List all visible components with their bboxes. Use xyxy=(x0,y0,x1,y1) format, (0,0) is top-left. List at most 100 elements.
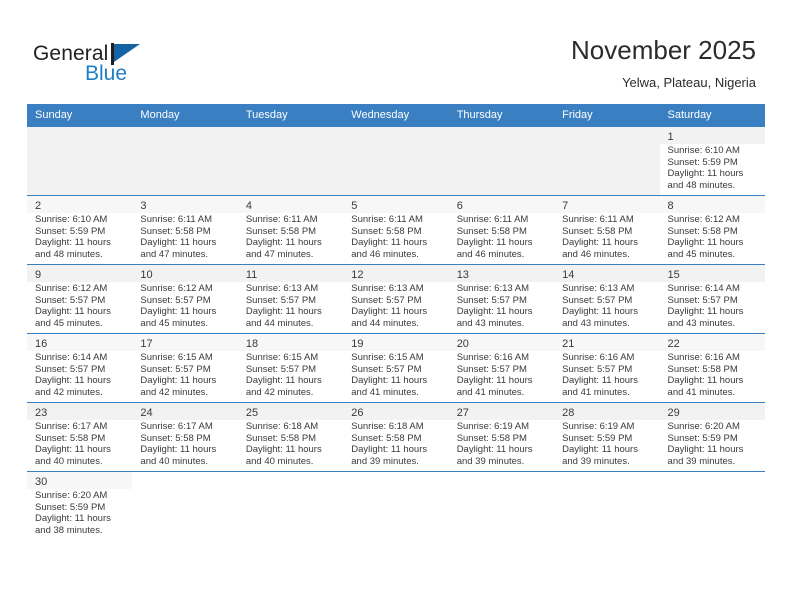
calendar-day-cell[interactable]: 4 Sunrise: 6:11 AM Sunset: 5:58 PM Daylight… xyxy=(237,195,344,265)
day-details: Sunrise: 6:19 AM Sunset: 5:58 PM Daylight:… xyxy=(457,421,550,467)
day-cell-content: 15 Sunrise: 6:14 AM Sunset: 5:57 PM Dayligh… xyxy=(659,265,765,333)
day-number: 26 xyxy=(351,407,364,419)
calendar-day-cell[interactable]: 19 Sunrise: 6:15 AM Sunset: 5:57 PM Dayligh… xyxy=(343,333,449,403)
calendar-day-cell[interactable]: 18 Sunrise: 6:15 AM Sunset: 5:57 PM Dayligh… xyxy=(237,333,344,403)
day-number: 10 xyxy=(140,269,153,281)
day-detail-sunrise: Sunrise: 6:12 AM xyxy=(667,214,740,225)
calendar-day-cell[interactable]: 10 Sunrise: 6:12 AM Sunset: 5:57 PM Dayligh… xyxy=(132,264,238,334)
day-detail-daylight1: Daylight: 11 hours xyxy=(456,444,533,456)
day-cell-content: 22 Sunrise: 6:16 AM Sunset: 5:58 PM Dayligh… xyxy=(659,334,765,402)
day-cell-content: 18 Sunrise: 6:15 AM Sunset: 5:57 PM Dayligh… xyxy=(237,334,344,402)
day-number: 12 xyxy=(351,269,364,281)
calendar-day-cell[interactable]: 30 Sunrise: 6:20 AM Sunset: 5:59 PM Dayligh… xyxy=(27,471,133,540)
calendar-day-cell[interactable]: 7 Sunrise: 6:11 AM Sunset: 5:58 PM Daylight… xyxy=(554,195,660,265)
day-detail-daylight2: and 43 minutes. xyxy=(667,317,736,329)
calendar-day-cell[interactable]: 13 Sunrise: 6:13 AM Sunset: 5:57 PM Dayligh… xyxy=(448,264,555,334)
day-detail-daylight2: and 42 minutes. xyxy=(35,386,103,398)
day-detail-daylight2: and 48 minutes. xyxy=(667,179,736,191)
day-detail-sunset: Sunset: 5:58 PM xyxy=(245,225,317,237)
day-detail-sunset: Sunset: 5:59 PM xyxy=(667,156,738,168)
calendar-day-cell[interactable]: 21 Sunrise: 6:16 AM Sunset: 5:57 PM Dayligh… xyxy=(554,333,660,403)
day-number: 9 xyxy=(35,269,42,281)
day-detail-sunset: Sunset: 5:57 PM xyxy=(245,294,317,306)
day-detail-daylight2: and 47 minutes. xyxy=(140,248,209,260)
calendar-day-cell[interactable]: 5 Sunrise: 6:11 AM Sunset: 5:58 PM Daylight… xyxy=(343,195,449,265)
calendar-week-row: 9 Sunrise: 6:12 AM Sunset: 5:57 PM Daylight… xyxy=(27,264,765,334)
day-detail-sunrise: Sunrise: 6:11 AM xyxy=(245,214,318,225)
day-cell-content: 19 Sunrise: 6:15 AM Sunset: 5:57 PM Dayligh… xyxy=(343,334,449,402)
day-number: 24 xyxy=(140,407,153,419)
day-detail-daylight1: Daylight: 11 hours xyxy=(456,306,533,318)
day-details: Sunrise: 6:10 AM Sunset: 5:59 PM Daylight:… xyxy=(35,214,128,260)
day-details: Sunrise: 6:17 AM Sunset: 5:58 PM Daylight:… xyxy=(140,421,233,467)
calendar-day-cell[interactable]: 14 Sunrise: 6:13 AM Sunset: 5:57 PM Dayligh… xyxy=(554,264,660,334)
day-detail-daylight1: Daylight: 11 hours xyxy=(245,237,322,249)
calendar-day-cell[interactable]: 24 Sunrise: 6:17 AM Sunset: 5:58 PM Dayligh… xyxy=(132,402,238,472)
day-cell-content xyxy=(343,127,449,195)
day-details: Sunrise: 6:17 AM Sunset: 5:58 PM Daylight:… xyxy=(35,421,128,467)
calendar-day-cell[interactable]: 26 Sunrise: 6:18 AM Sunset: 5:58 PM Dayligh… xyxy=(343,402,449,472)
day-detail-daylight1: Daylight: 11 hours xyxy=(140,237,217,249)
general-blue-logo[interactable]: General Blue xyxy=(33,42,213,88)
day-details: Sunrise: 6:11 AM Sunset: 5:58 PM Daylight:… xyxy=(457,214,550,260)
calendar-empty-cell xyxy=(132,471,238,540)
day-detail-daylight1: Daylight: 11 hours xyxy=(562,444,638,456)
calendar-day-cell[interactable]: 23 Sunrise: 6:17 AM Sunset: 5:58 PM Dayligh… xyxy=(27,402,133,472)
calendar-body: 1 Sunrise: 6:10 AM Sunset: 5:59 PM Daylight… xyxy=(27,126,765,540)
calendar-day-cell[interactable]: 27 Sunrise: 6:19 AM Sunset: 5:58 PM Dayligh… xyxy=(448,402,555,472)
day-number: 3 xyxy=(140,200,147,212)
calendar-day-cell[interactable]: 22 Sunrise: 6:16 AM Sunset: 5:58 PM Dayligh… xyxy=(659,333,765,403)
day-detail-daylight2: and 43 minutes. xyxy=(562,317,630,329)
calendar-empty-cell xyxy=(237,126,344,196)
day-detail-daylight2: and 42 minutes. xyxy=(245,386,314,398)
calendar-day-cell[interactable]: 3 Sunrise: 6:11 AM Sunset: 5:58 PM Daylight… xyxy=(132,195,238,265)
day-detail-daylight2: and 43 minutes. xyxy=(456,317,525,329)
day-detail-sunset: Sunset: 5:57 PM xyxy=(35,363,106,375)
calendar-day-cell[interactable]: 28 Sunrise: 6:19 AM Sunset: 5:59 PM Dayligh… xyxy=(554,402,660,472)
calendar-day-cell[interactable]: 20 Sunrise: 6:16 AM Sunset: 5:57 PM Dayligh… xyxy=(448,333,555,403)
day-cell-content: 30 Sunrise: 6:20 AM Sunset: 5:59 PM Dayligh… xyxy=(27,472,133,540)
day-cell-content xyxy=(132,127,238,195)
weekday-header-friday: Friday xyxy=(554,104,660,127)
day-detail-daylight1: Daylight: 11 hours xyxy=(351,306,428,318)
day-detail-sunset: Sunset: 5:58 PM xyxy=(140,225,211,237)
day-detail-daylight1: Daylight: 11 hours xyxy=(351,375,428,387)
day-detail-sunset: Sunset: 5:58 PM xyxy=(35,432,106,444)
day-detail-daylight1: Daylight: 11 hours xyxy=(35,306,111,318)
calendar-day-cell[interactable]: 11 Sunrise: 6:13 AM Sunset: 5:57 PM Dayligh… xyxy=(237,264,344,334)
calendar-empty-cell xyxy=(554,471,660,540)
calendar-day-cell[interactable]: 12 Sunrise: 6:13 AM Sunset: 5:57 PM Dayligh… xyxy=(343,264,449,334)
day-detail-sunset: Sunset: 5:59 PM xyxy=(562,432,633,444)
day-cell-content xyxy=(132,472,238,540)
calendar-day-cell[interactable]: 29 Sunrise: 6:20 AM Sunset: 5:59 PM Dayligh… xyxy=(659,402,765,472)
day-detail-sunrise: Sunrise: 6:11 AM xyxy=(140,214,213,225)
day-cell-content: 1 Sunrise: 6:10 AM Sunset: 5:59 PM Daylight… xyxy=(659,127,765,195)
calendar-day-cell[interactable]: 25 Sunrise: 6:18 AM Sunset: 5:58 PM Dayligh… xyxy=(237,402,344,472)
calendar-day-cell[interactable]: 2 Sunrise: 6:10 AM Sunset: 5:59 PM Daylight… xyxy=(27,195,133,265)
title-block: November 2025 Yelwa, Plateau, Nigeria xyxy=(571,34,756,92)
calendar-week-row: 23 Sunrise: 6:17 AM Sunset: 5:58 PM Dayligh… xyxy=(27,402,765,472)
day-detail-sunrise: Sunrise: 6:12 AM xyxy=(35,283,108,294)
page-subtitle: Yelwa, Plateau, Nigeria xyxy=(622,75,756,90)
day-detail-sunrise: Sunrise: 6:16 AM xyxy=(667,352,740,363)
calendar-day-cell[interactable]: 1 Sunrise: 6:10 AM Sunset: 5:59 PM Daylight… xyxy=(659,126,765,196)
weekday-header-sunday: Sunday xyxy=(27,104,133,127)
day-details: Sunrise: 6:14 AM Sunset: 5:57 PM Daylight:… xyxy=(668,283,761,329)
day-detail-sunset: Sunset: 5:58 PM xyxy=(667,225,738,237)
day-detail-sunrise: Sunrise: 6:17 AM xyxy=(35,421,108,432)
calendar-day-cell[interactable]: 17 Sunrise: 6:15 AM Sunset: 5:57 PM Dayligh… xyxy=(132,333,238,403)
day-number: 23 xyxy=(35,407,48,419)
day-detail-daylight2: and 45 minutes. xyxy=(667,248,736,260)
day-details: Sunrise: 6:11 AM Sunset: 5:58 PM Daylight:… xyxy=(246,214,339,260)
day-number: 16 xyxy=(35,338,48,350)
calendar-day-cell[interactable]: 9 Sunrise: 6:12 AM Sunset: 5:57 PM Daylight… xyxy=(27,264,133,334)
day-detail-daylight1: Daylight: 11 hours xyxy=(35,444,111,456)
calendar-day-cell[interactable]: 8 Sunrise: 6:12 AM Sunset: 5:58 PM Daylight… xyxy=(659,195,765,265)
calendar-day-cell[interactable]: 6 Sunrise: 6:11 AM Sunset: 5:58 PM Daylight… xyxy=(448,195,555,265)
day-detail-sunset: Sunset: 5:59 PM xyxy=(667,432,738,444)
day-cell-content: 24 Sunrise: 6:17 AM Sunset: 5:58 PM Dayligh… xyxy=(132,403,238,471)
calendar-day-cell[interactable]: 15 Sunrise: 6:14 AM Sunset: 5:57 PM Dayligh… xyxy=(659,264,765,334)
calendar-day-cell[interactable]: 16 Sunrise: 6:14 AM Sunset: 5:57 PM Dayligh… xyxy=(27,333,133,403)
day-number: 6 xyxy=(456,200,463,212)
day-cell-content xyxy=(659,472,765,540)
